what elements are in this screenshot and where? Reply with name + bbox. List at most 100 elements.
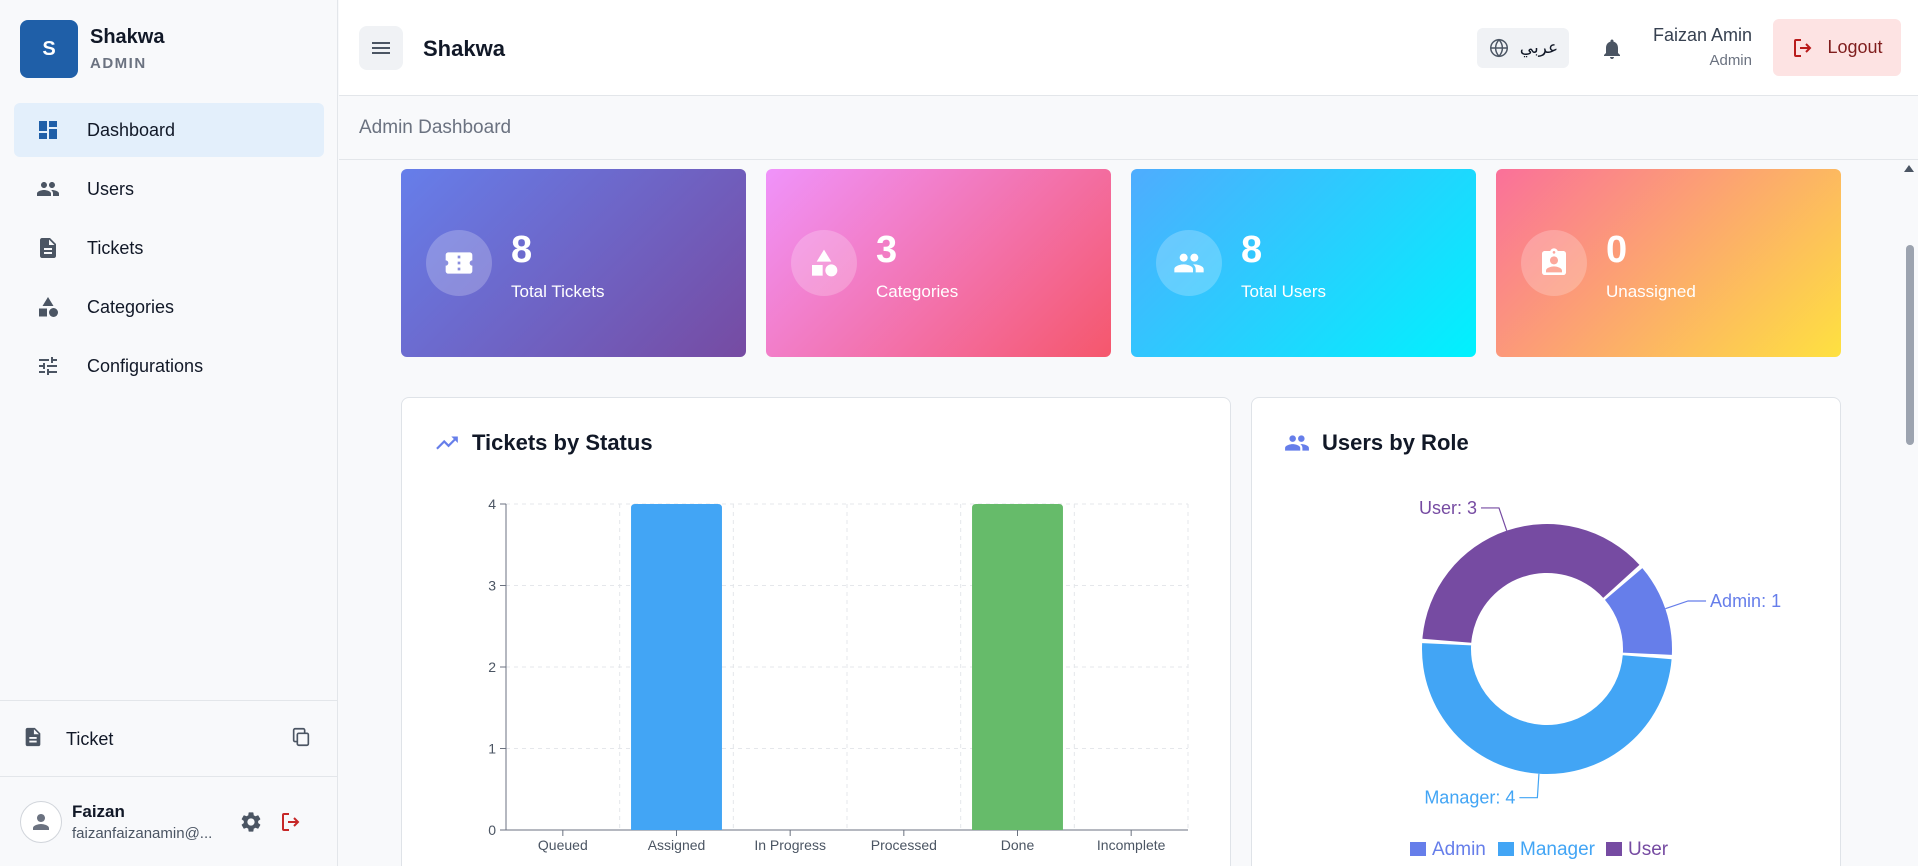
legend-label[interactable]: Admin — [1432, 839, 1486, 860]
sidebar-item-tickets[interactable]: Tickets — [14, 221, 324, 275]
stat-label: Unassigned — [1606, 282, 1696, 301]
sidebar-user-email: faizanfaizanamin@... — [72, 825, 213, 842]
shapes-icon — [36, 295, 60, 319]
notifications-button[interactable] — [1595, 32, 1629, 66]
bar-assigned[interactable] — [631, 504, 722, 830]
stat-card-unassigned[interactable]: 0 Unassigned — [1496, 169, 1841, 357]
users-icon — [1156, 230, 1222, 296]
logout-button[interactable]: Logout — [1773, 19, 1901, 76]
bar-chart: 0 1 2 3 4 Queued Assigned In Progress Processed D… — [488, 496, 1189, 853]
header-user[interactable]: Faizan Amin Admin — [1653, 25, 1752, 69]
stat-card-total-users[interactable]: 8 Total Users — [1131, 169, 1476, 357]
document-icon — [36, 236, 60, 260]
header-user-name: Faizan Amin — [1652, 25, 1752, 45]
person-icon — [33, 814, 49, 830]
stat-label: Total Users — [1241, 282, 1327, 301]
sidebar-ticket-label: Ticket — [66, 728, 114, 749]
stat-card-categories[interactable]: 3 Categories — [766, 169, 1111, 357]
logout-icon — [1794, 38, 1812, 57]
language-label: عربي — [1519, 38, 1559, 57]
sidebar-nav: Dashboard Users Tickets Categories Confi… — [14, 103, 324, 398]
brand-name: Shakwa — [90, 26, 165, 48]
x-tick-label: Incomplete — [1097, 837, 1166, 853]
sidebar-user: Faizan faizanfaizanamin@... — [20, 798, 320, 846]
users-by-role-panel: Users by Role Admin: 1 Manager: 4 User: 3A… — [1251, 397, 1841, 866]
sidebar: S Shakwa ADMIN Dashboard Users Tickets C… — [0, 0, 338, 866]
sidebar-divider — [0, 776, 338, 777]
x-tick-label: In Progress — [754, 837, 826, 853]
sidebar-item-dashboard[interactable]: Dashboard — [14, 103, 324, 157]
slice-user[interactable] — [1422, 524, 1640, 643]
legend-label[interactable]: User — [1628, 839, 1669, 860]
slice-data-label: Admin: 1 — [1710, 591, 1781, 611]
avatar[interactable] — [20, 801, 62, 843]
scroll-up-icon[interactable] — [1904, 165, 1914, 172]
legend-label[interactable]: Manager — [1520, 839, 1596, 860]
sidebar-user-name: Faizan — [72, 802, 125, 821]
sidebar-divider — [0, 700, 338, 701]
header-title: Shakwa — [423, 36, 505, 61]
stat-card-total-tickets[interactable]: 8 Total Tickets — [401, 169, 746, 357]
x-tick-label: Queued — [538, 837, 588, 853]
stat-value: 3 — [876, 229, 898, 271]
gear-icon — [241, 812, 261, 832]
legend-swatch — [1498, 842, 1514, 856]
ticket-icon — [426, 230, 492, 296]
sidebar-item-configurations[interactable]: Configurations — [14, 339, 324, 393]
scrollbar[interactable] — [1900, 161, 1918, 866]
sidebar-item-label: Configurations — [87, 355, 204, 376]
menu-button[interactable] — [359, 26, 403, 70]
brand-role: ADMIN — [90, 55, 147, 72]
legend-swatch — [1606, 842, 1622, 856]
brand: S Shakwa ADMIN — [20, 20, 164, 78]
stat-value: 8 — [511, 229, 533, 271]
label-leader-line — [1519, 773, 1540, 799]
slice-data-label: User: 3 — [1419, 498, 1477, 518]
stat-value: 8 — [1241, 229, 1263, 271]
breadcrumb-text: Admin Dashboard — [359, 117, 512, 138]
y-tick-label: 1 — [488, 741, 496, 757]
hamburger-icon — [372, 42, 390, 54]
sidebar-logout-button[interactable] — [274, 805, 308, 839]
legend-swatch — [1410, 842, 1426, 856]
x-tick-label: Done — [1001, 837, 1035, 853]
document-icon — [22, 726, 44, 753]
bell-icon — [1604, 39, 1620, 59]
logout-icon — [282, 813, 300, 831]
y-tick-label: 3 — [488, 578, 496, 594]
copy-icon[interactable] — [290, 726, 312, 753]
sidebar-item-label: Dashboard — [87, 119, 176, 140]
y-tick-label: 2 — [488, 659, 496, 675]
stat-label: Categories — [876, 282, 959, 301]
donut-chart: Admin: 1 Manager: 4 User: 3 Admin Manager Use… — [1410, 498, 1781, 860]
bar-done[interactable] — [972, 504, 1063, 830]
sidebar-item-categories[interactable]: Categories — [14, 280, 324, 334]
settings-button[interactable] — [234, 805, 268, 839]
sidebar-ticket-row[interactable]: Ticket — [22, 722, 312, 756]
logout-label: Logout — [1827, 37, 1883, 57]
badge-icon — [1521, 230, 1587, 296]
scroll-thumb[interactable] — [1906, 245, 1914, 445]
header-user-role: Admin — [1709, 52, 1752, 69]
slice-manager[interactable] — [1422, 643, 1672, 775]
label-leader-line — [1480, 507, 1508, 531]
top-header: Shakwa عربي Faizan Amin Admin Logout — [339, 0, 1918, 96]
sidebar-item-users[interactable]: Users — [14, 162, 324, 216]
dashboard-icon — [36, 118, 60, 142]
stat-value: 0 — [1606, 229, 1628, 271]
sidebar-item-label: Tickets — [87, 237, 144, 258]
breadcrumb: Admin Dashboard — [339, 96, 1918, 160]
brand-logo: S — [20, 20, 78, 78]
tickets-by-status-panel: Tickets by Status 0 1 2 3 4 Queued Assigned In … — [401, 397, 1231, 866]
y-tick-label: 4 — [488, 496, 496, 512]
dashboard-content: 8 Total Tickets 3 Categories 8 Total Use… — [339, 161, 1900, 866]
tune-icon — [36, 354, 60, 378]
label-leader-line — [1665, 600, 1707, 610]
x-tick-label: Assigned — [648, 837, 706, 853]
stat-label: Total Tickets — [511, 282, 605, 301]
x-tick-label: Processed — [871, 837, 937, 853]
slice-data-label: Manager: 4 — [1424, 788, 1515, 808]
shapes-icon — [791, 230, 857, 296]
language-button[interactable]: عربي — [1477, 28, 1569, 68]
sidebar-item-label: Users — [87, 178, 135, 199]
